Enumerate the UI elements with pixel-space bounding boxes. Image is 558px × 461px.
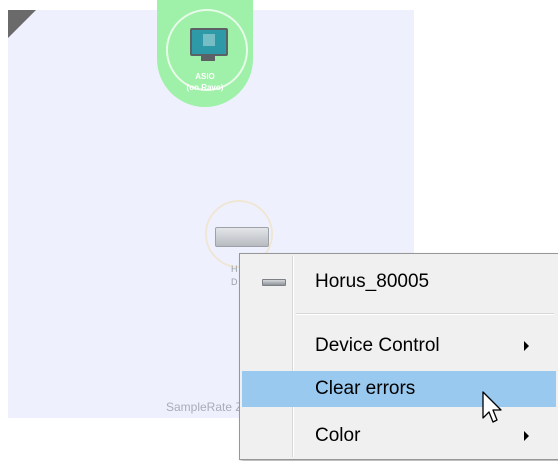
menu-item-device-name[interactable]: Horus_80005	[242, 264, 556, 300]
menu-item-label: Clear errors	[315, 378, 416, 399]
menu-item-device-control[interactable]: Device Control	[242, 328, 556, 364]
menu-item-label: Horus_80005	[315, 271, 430, 292]
mouse-pointer-icon	[482, 391, 502, 423]
monitor-screen-glyph	[203, 34, 215, 46]
submenu-arrow-icon	[524, 341, 529, 351]
audio-interface-icon	[215, 227, 269, 247]
context-menu: Horus_80005 Device Control Clear errors …	[239, 253, 558, 460]
menu-separator	[296, 313, 554, 315]
monitor-stand	[201, 55, 215, 61]
menu-item-color[interactable]: Color	[242, 418, 556, 454]
device-icon	[262, 279, 286, 286]
submenu-arrow-icon	[524, 431, 529, 441]
asio-node-name: ASIO	[195, 72, 215, 81]
menu-item-label: Color	[315, 425, 361, 446]
menu-item-clear-errors[interactable]: Clear errors	[242, 371, 556, 407]
computer-monitor-icon	[190, 28, 228, 56]
menu-item-label: Device Control	[315, 335, 440, 356]
corner-triangle-icon	[8, 10, 36, 38]
asio-node-subtitle: (on Ravo)	[186, 83, 224, 92]
